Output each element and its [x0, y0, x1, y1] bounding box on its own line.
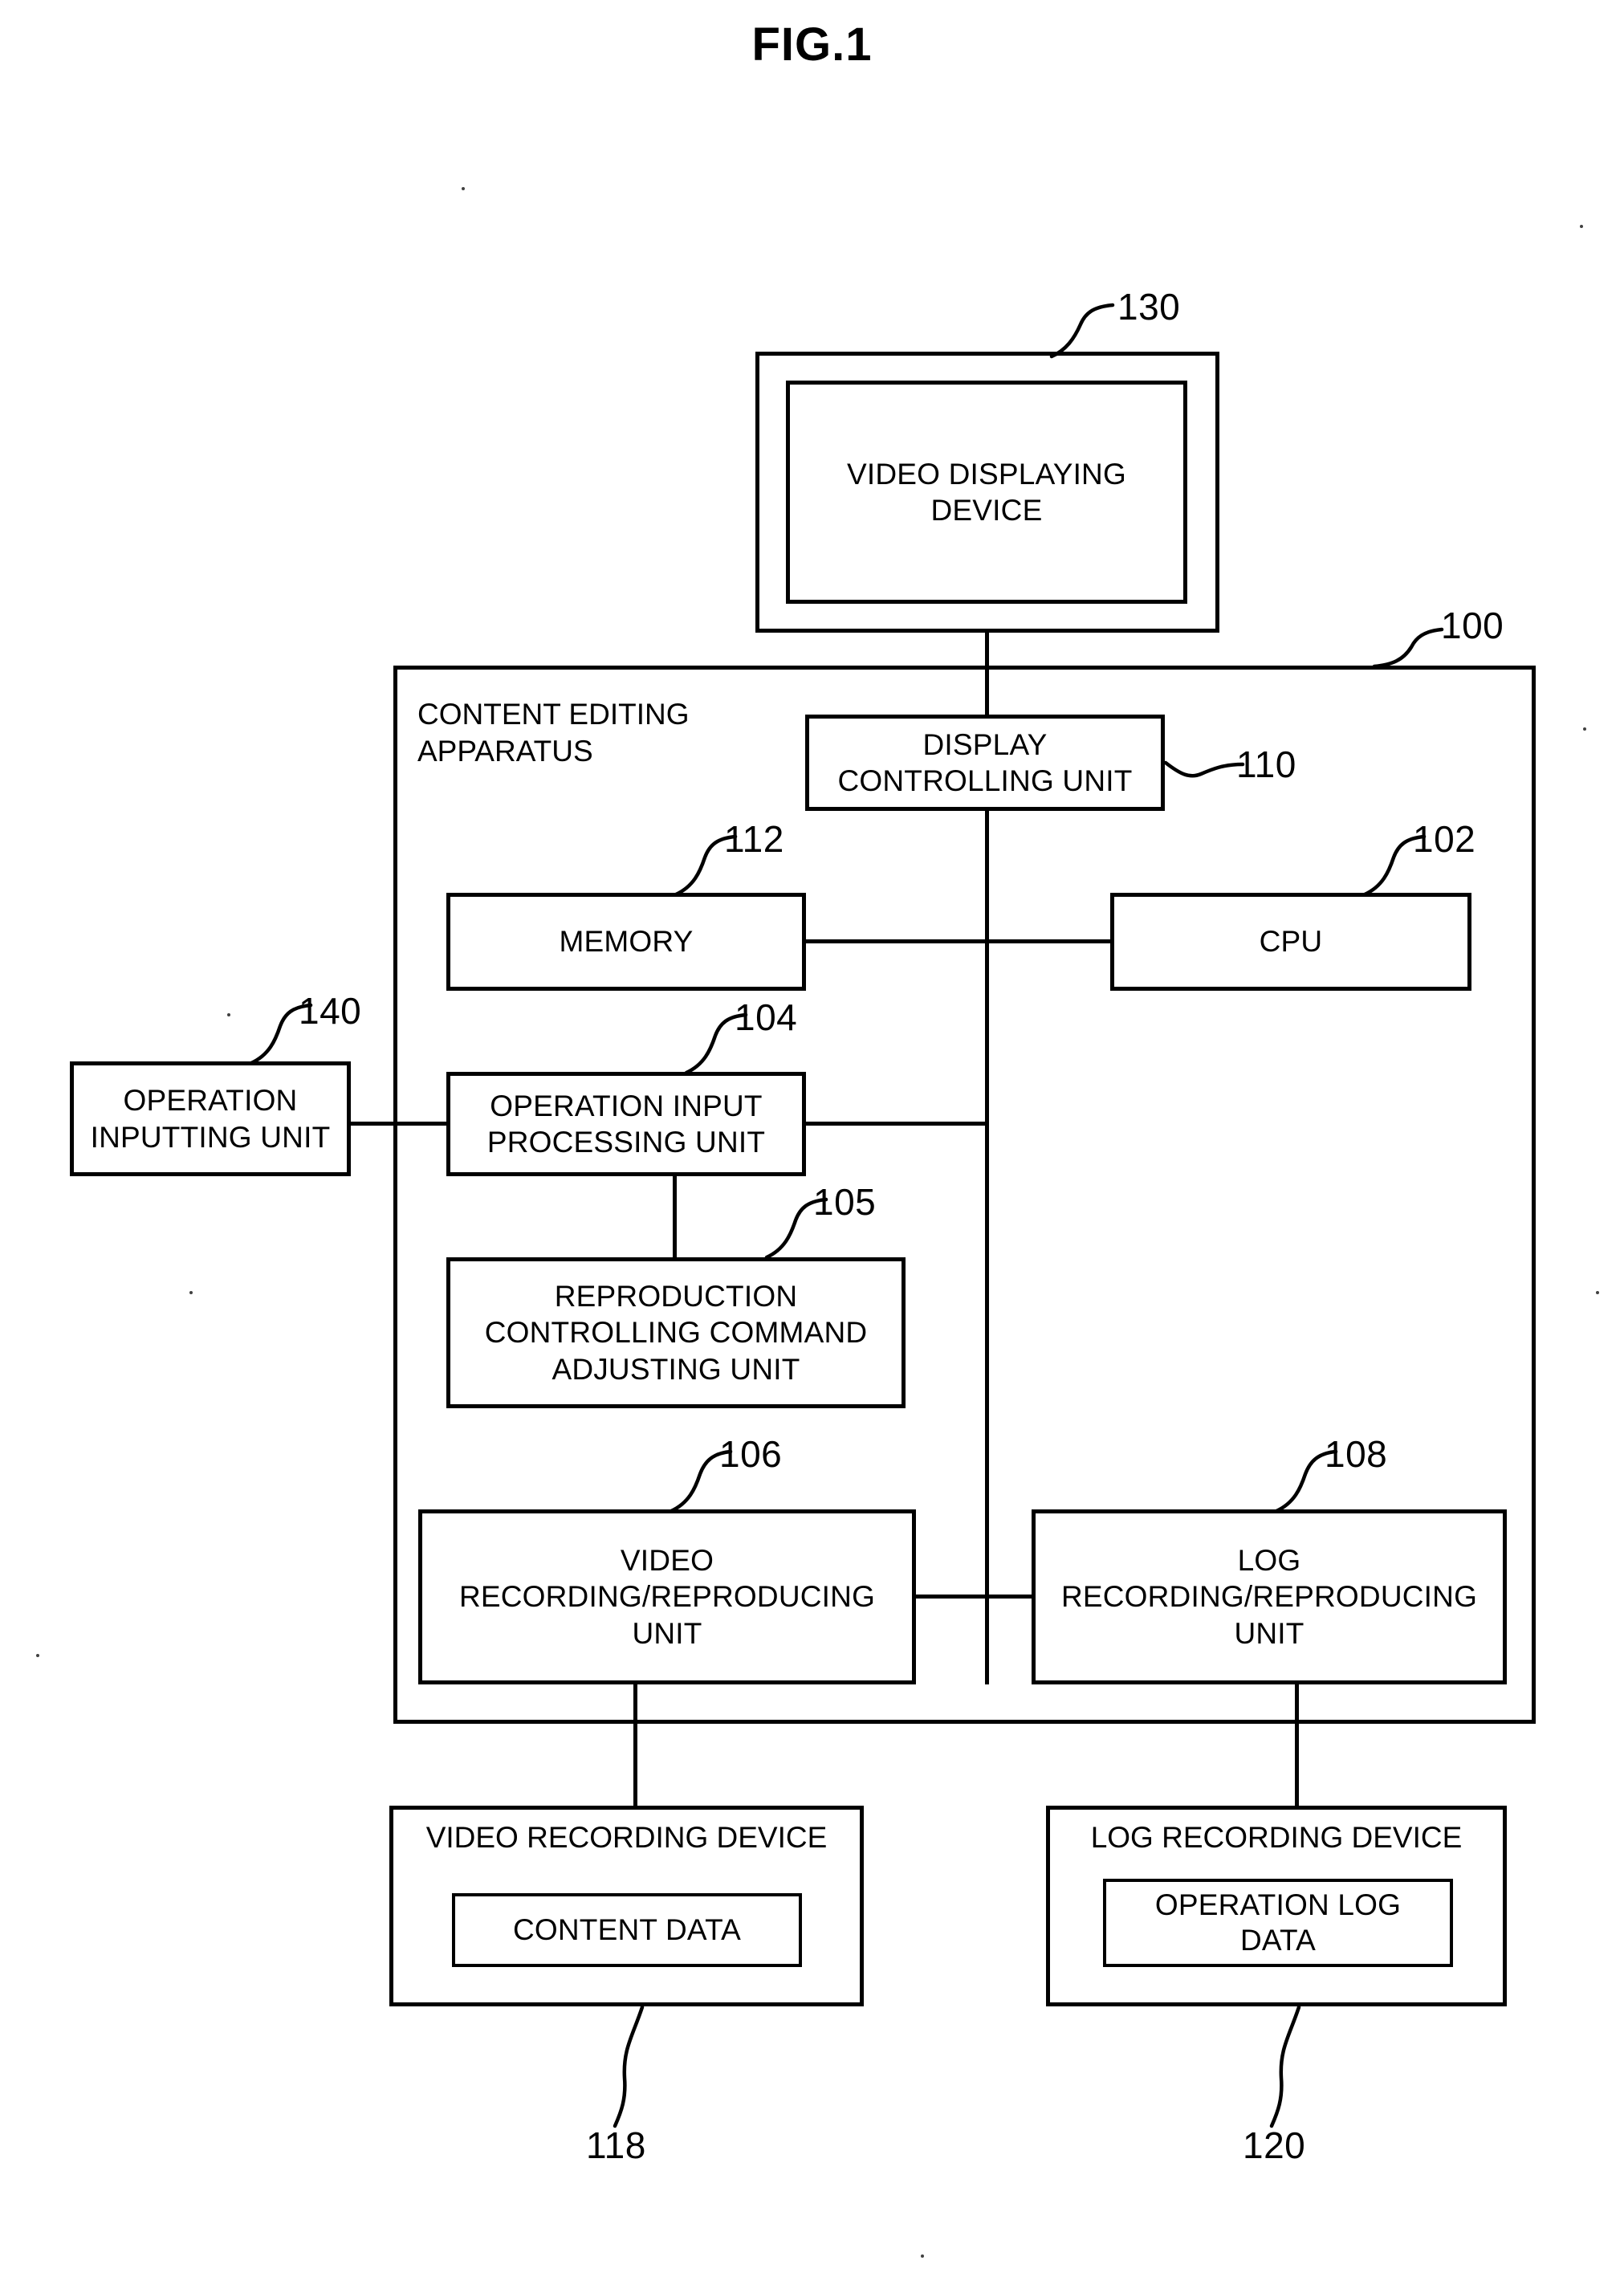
ref-number-118: 118: [586, 2124, 646, 2166]
ref-number-130: 130: [1117, 286, 1181, 328]
ref-number-108: 108: [1325, 1433, 1388, 1475]
operation-inputting-unit-label: OPERATION INPUTTING UNIT: [90, 1084, 331, 1154]
ref-number-110: 110: [1236, 743, 1296, 785]
connector-log-unit-to-recording-device: [1295, 1683, 1299, 1807]
scan-speck: [1580, 225, 1583, 228]
figure-canvas: FIG.1 VIDEO DISPLAYING DEVICE 130 CONTEN…: [0, 0, 1624, 2289]
scan-speck: [1596, 1291, 1599, 1294]
connector-video-unit-to-recording-device: [633, 1683, 637, 1807]
connector-memory-to-cpu: [804, 939, 1113, 943]
log-recording-reproducing-unit-label: LOG RECORDING/REPRODUCING UNIT: [1060, 1544, 1478, 1650]
operation-input-processing-unit: OPERATION INPUT PROCESSING UNIT: [446, 1072, 806, 1176]
content-data-label: CONTENT DATA: [512, 1913, 742, 1947]
log-recording-device-label: LOG RECORDING DEVICE: [1090, 1821, 1463, 1854]
video-recording-reproducing-unit-label: VIDEO RECORDING/REPRODUCING UNIT: [458, 1544, 876, 1650]
leader-line-118: [613, 2005, 645, 2128]
memory-unit: MEMORY: [446, 893, 806, 991]
connector-video-unit-to-log-unit: [914, 1595, 1034, 1599]
ref-number-140: 140: [299, 990, 362, 1032]
ref-number-112: 112: [724, 818, 784, 860]
operation-input-processing-unit-label: OPERATION INPUT PROCESSING UNIT: [486, 1089, 766, 1159]
scan-speck: [36, 1654, 39, 1657]
reproduction-controlling-command-adjusting-unit: REPRODUCTION CONTROLLING COMMAND ADJUSTI…: [446, 1257, 906, 1408]
scan-speck: [921, 2254, 924, 2258]
scan-speck: [1583, 727, 1586, 731]
operation-log-data-box: OPERATION LOG DATA: [1103, 1879, 1453, 1967]
ref-number-105: 105: [813, 1181, 877, 1223]
operation-log-data-label: OPERATION LOG DATA: [1154, 1888, 1402, 1957]
content-data-box: CONTENT DATA: [452, 1893, 802, 1967]
log-recording-reproducing-unit: LOG RECORDING/REPRODUCING UNIT: [1032, 1509, 1507, 1684]
video-displaying-device: VIDEO DISPLAYING DEVICE: [786, 381, 1187, 604]
figure-title: FIG.1: [751, 18, 873, 71]
ref-number-104: 104: [735, 996, 798, 1038]
scan-speck: [227, 1013, 230, 1016]
video-recording-reproducing-unit: VIDEO RECORDING/REPRODUCING UNIT: [418, 1509, 916, 1684]
video-recording-device-label: VIDEO RECORDING DEVICE: [425, 1821, 828, 1854]
ref-number-100: 100: [1441, 605, 1504, 646]
cpu-unit: CPU: [1110, 893, 1471, 991]
display-controlling-unit-label: DISPLAY CONTROLLING UNIT: [837, 727, 1133, 797]
operation-inputting-unit: OPERATION INPUTTING UNIT: [70, 1061, 351, 1176]
connector-processing-unit-to-bus: [804, 1122, 988, 1126]
ref-number-120: 120: [1243, 2124, 1306, 2166]
scan-speck: [189, 1291, 193, 1294]
video-displaying-device-label: VIDEO DISPLAYING DEVICE: [847, 457, 1126, 527]
cpu-unit-label: CPU: [1259, 925, 1323, 959]
connector-processing-unit-to-adjusting-unit: [673, 1175, 677, 1259]
ref-number-102: 102: [1413, 818, 1476, 860]
connector-input-unit-to-processing-unit: [348, 1122, 450, 1126]
display-controlling-unit: DISPLAY CONTROLLING UNIT: [805, 715, 1165, 811]
scan-speck: [462, 187, 465, 190]
content-editing-apparatus-label: CONTENT EDITING APPARATUS: [417, 698, 690, 768]
reproduction-controlling-command-adjusting-unit-label: REPRODUCTION CONTROLLING COMMAND ADJUSTI…: [484, 1280, 868, 1386]
leader-line-120: [1269, 2005, 1301, 2128]
ref-number-106: 106: [719, 1433, 783, 1475]
memory-unit-label: MEMORY: [559, 925, 694, 959]
